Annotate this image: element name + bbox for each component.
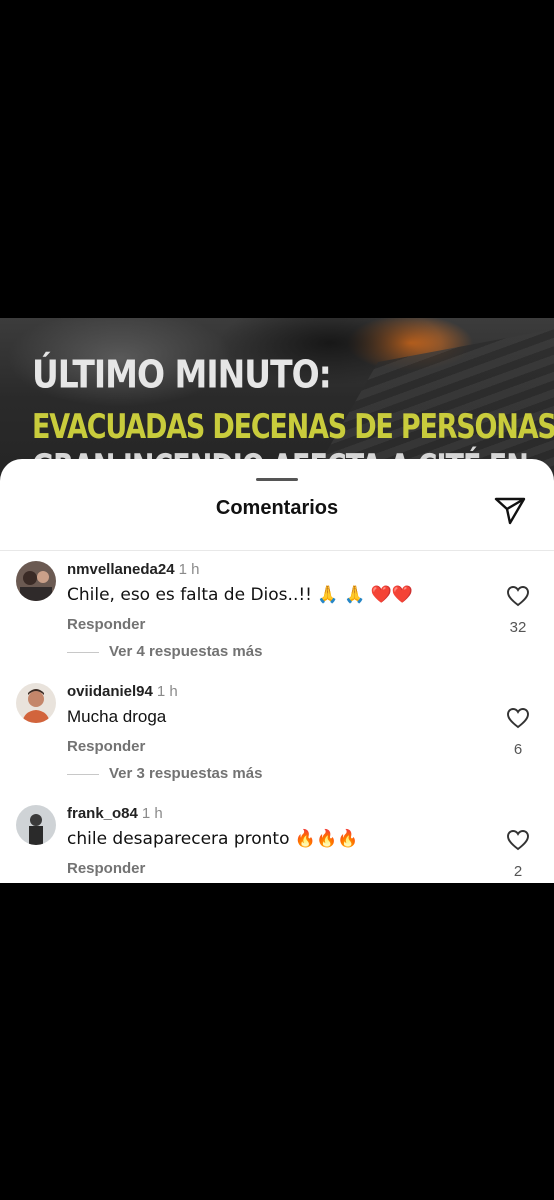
view-replies-link[interactable]: Ver 4 respuestas más [67, 643, 262, 660]
comment-time: 1 h [178, 561, 200, 578]
header-divider [0, 550, 554, 551]
video-headline-line2: EVACUADAS DECENAS DE PERSONAS [32, 408, 554, 447]
avatar-image [16, 683, 56, 723]
comment-username[interactable]: frank_o84 1 h [67, 805, 163, 822]
like-count: 2 [513, 863, 523, 880]
avatar-image [16, 805, 56, 845]
comment-username[interactable]: nmvellaneda24 1 h [67, 561, 199, 578]
heart-icon[interactable] [506, 707, 530, 729]
drag-handle[interactable] [256, 478, 298, 481]
comment-item: nmvellaneda24 1 h Chile, eso es falta de … [0, 561, 554, 681]
comment-text: Chile, eso es falta de Dios..!! 🙏 🙏 ❤️❤️ [67, 585, 413, 605]
comment-text: Mucha droga [67, 707, 167, 726]
sheet-title: Comentarios [215, 497, 339, 519]
view-replies-text[interactable]: Ver 3 respuestas más [109, 765, 262, 782]
heart-icon[interactable] [506, 585, 530, 607]
username-text[interactable]: oviidaniel94 [67, 683, 153, 700]
like-count: 32 [509, 619, 527, 636]
video-headline-line1: ÚLTIMO MINUTO: [32, 352, 332, 397]
comment-item: frank_o84 1 h chile desaparecera pronto 🔥… [0, 805, 554, 883]
comment-time: 1 h [156, 683, 178, 700]
reply-button[interactable]: Responder [67, 738, 145, 755]
view-replies-link[interactable]: Ver 3 respuestas más [67, 765, 262, 782]
share-button[interactable] [493, 495, 527, 525]
reply-button[interactable]: Responder [67, 860, 145, 877]
view-replies-text[interactable]: Ver 4 respuestas más [109, 643, 262, 660]
avatar[interactable] [16, 561, 56, 601]
avatar[interactable] [16, 683, 56, 723]
username-text[interactable]: nmvellaneda24 [67, 561, 175, 578]
avatar[interactable] [16, 805, 56, 845]
reply-button[interactable]: Responder [67, 616, 145, 633]
replies-line [67, 651, 99, 653]
comment-time: 1 h [141, 805, 163, 822]
replies-line [67, 773, 99, 775]
comment-text: chile desaparecera pronto 🔥🔥🔥 [67, 829, 359, 849]
comments-sheet: Comentarios nmvellaneda24 1 h Chile, eso … [0, 459, 554, 883]
heart-icon[interactable] [506, 829, 530, 851]
username-text[interactable]: frank_o84 [67, 805, 138, 822]
paper-plane-icon [494, 497, 526, 525]
avatar-image [16, 561, 56, 601]
comment-username[interactable]: oviidaniel94 1 h [67, 683, 178, 700]
comment-item: oviidaniel94 1 h Mucha droga Responder Ve… [0, 683, 554, 803]
like-count: 6 [513, 741, 523, 758]
